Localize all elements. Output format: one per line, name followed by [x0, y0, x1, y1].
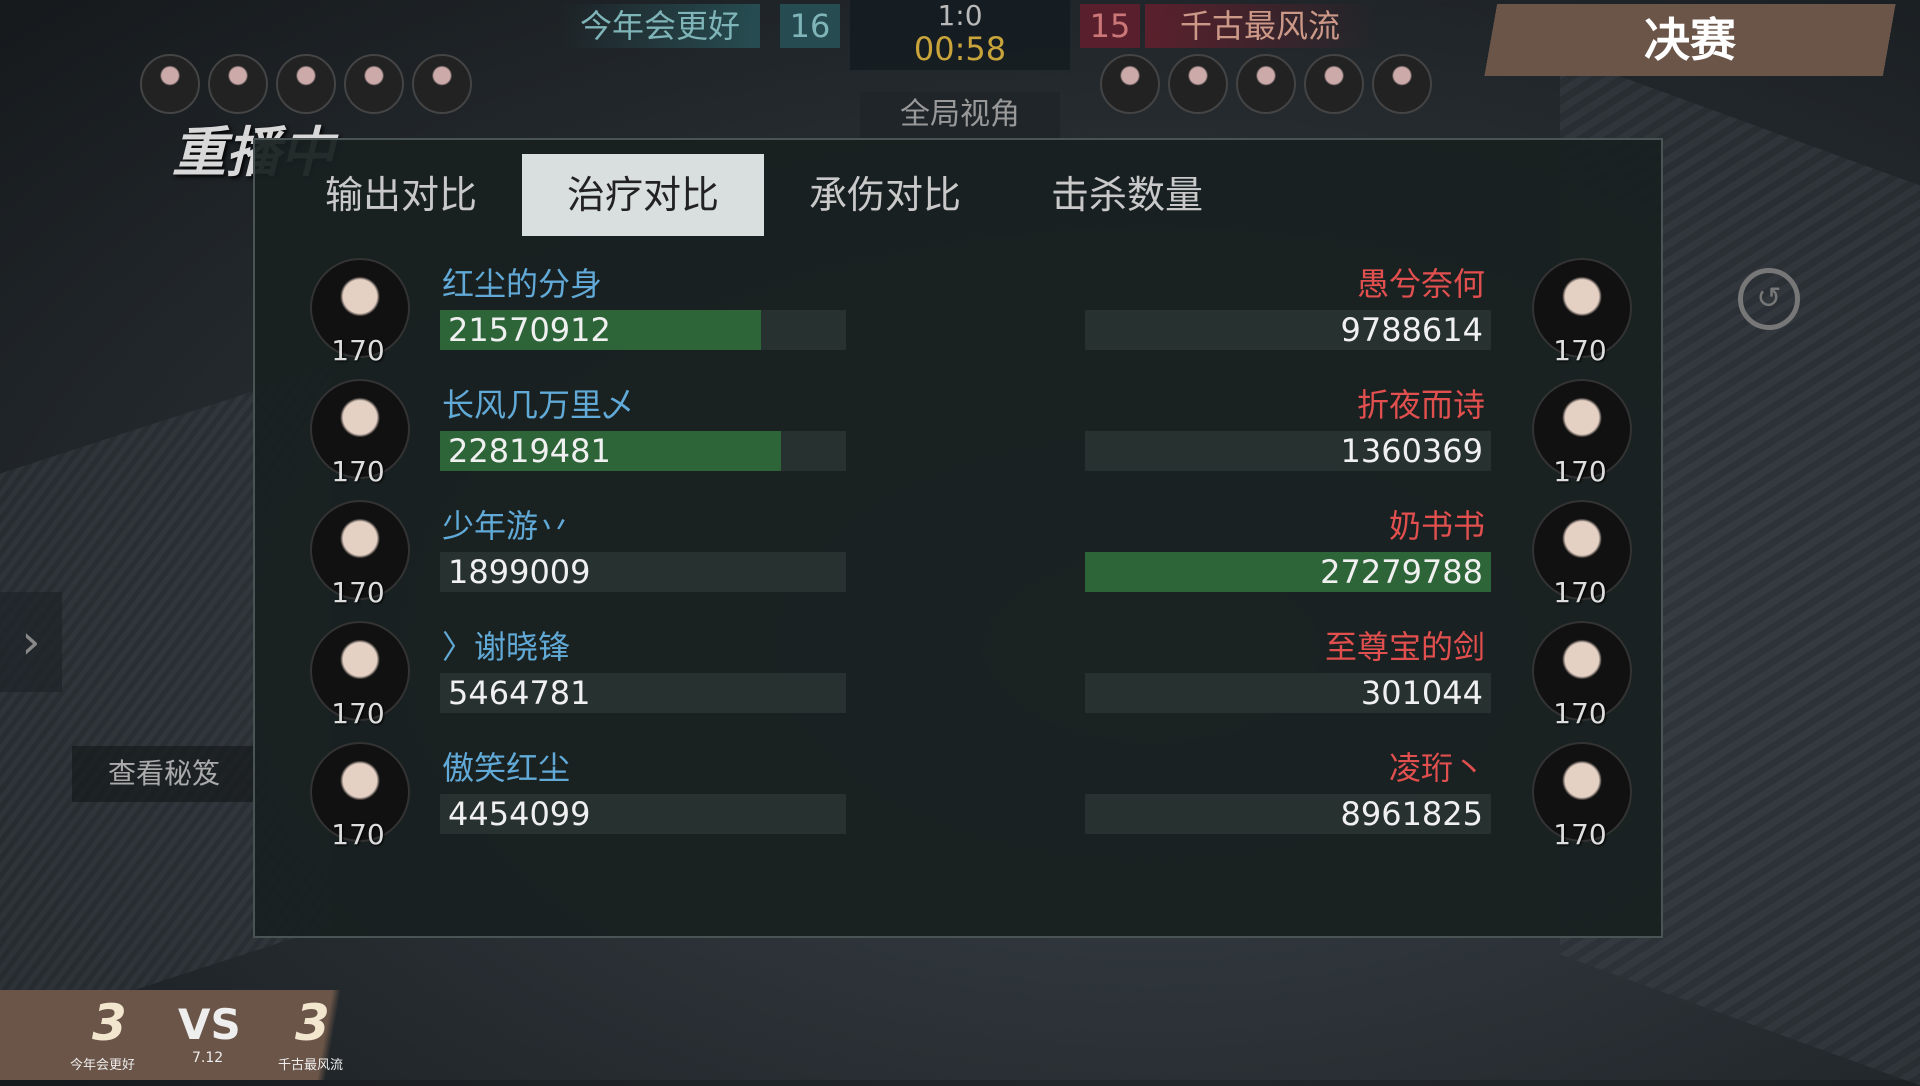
player-level: 170 — [331, 576, 385, 609]
stats-panel: 输出对比 治疗对比 承伤对比 击杀数量 170 红尘的分身 21570912 愚… — [253, 138, 1663, 938]
mini-avatar[interactable] — [1236, 54, 1296, 114]
value-bar: 8961825 — [1085, 794, 1491, 834]
player-name: 〉谢晓锋 — [442, 628, 571, 666]
player-level: 170 — [331, 334, 385, 367]
team-right-kills: 15 — [1080, 4, 1140, 48]
player-value: 1360369 — [1340, 432, 1483, 470]
left-team-label: 今年会更好 — [70, 1058, 136, 1073]
mini-avatar[interactable] — [1100, 54, 1160, 114]
tab-damage[interactable]: 输出对比 — [280, 154, 522, 236]
player-value: 8961825 — [1340, 795, 1483, 833]
player-level: 170 — [331, 697, 385, 730]
team-left-name: 今年会更好 — [560, 4, 760, 48]
tab-healing[interactable]: 治疗对比 — [522, 154, 764, 236]
value-bar: 22819481 — [440, 431, 846, 471]
player-row: 170 红尘的分身 21570912 愚兮奈何 9788614 170 — [255, 256, 1665, 367]
team-left-kills: 16 — [780, 4, 840, 48]
player-name: 奶书书 — [1388, 507, 1485, 545]
player-value: 5464781 — [448, 674, 591, 712]
player-value: 21570912 — [448, 311, 611, 349]
chevron-right-icon: › — [21, 614, 41, 670]
mini-avatar[interactable] — [140, 54, 200, 114]
right-team-label: 千古最风流 — [278, 1058, 344, 1073]
player-name: 傲笑红尘 — [442, 749, 571, 787]
expand-side-arrow[interactable]: › — [0, 592, 62, 692]
player-value: 1899009 — [448, 553, 591, 591]
player-name: 至尊宝的剑 — [1324, 628, 1485, 666]
match-status: 1:0 00:58 — [850, 0, 1070, 70]
team-right-name: 千古最风流 — [1145, 4, 1375, 48]
round-score: 1:0 — [937, 0, 983, 32]
player-name: 愚兮奈何 — [1356, 265, 1485, 303]
mini-avatar[interactable] — [1304, 54, 1364, 114]
mini-avatar[interactable] — [1372, 54, 1432, 114]
right-series-score: 3 — [295, 994, 330, 1052]
match-date: 7.12 — [192, 1050, 224, 1066]
player-value: 301044 — [1360, 674, 1483, 712]
player-level: 170 — [331, 818, 385, 851]
global-view-button[interactable]: 全局视角 — [860, 92, 1060, 138]
player-row: 170 傲笑红尘 4454099 凌珩丶 8961825 170 — [255, 740, 1665, 851]
tab-kills[interactable]: 击杀数量 — [1006, 154, 1248, 236]
vs-label: VS — [178, 1000, 241, 1049]
value-bar: 1360369 — [1085, 431, 1491, 471]
player-level: 170 — [1553, 455, 1607, 488]
player-level: 170 — [331, 455, 385, 488]
final-banner: 决赛 — [1475, 4, 1905, 76]
value-bar: 5464781 — [440, 673, 846, 713]
player-name: 凌珩丶 — [1388, 749, 1485, 787]
player-level: 170 — [1553, 697, 1607, 730]
stats-tabs: 输出对比 治疗对比 承伤对比 击杀数量 — [280, 154, 1248, 236]
player-level: 170 — [1553, 334, 1607, 367]
value-bar: 27279788 — [1085, 552, 1491, 592]
value-bar: 301044 — [1085, 673, 1491, 713]
player-value: 27279788 — [1320, 553, 1483, 591]
value-bar: 4454099 — [440, 794, 846, 834]
player-name: 少年游丷 — [442, 507, 571, 545]
player-row: 170 〉谢晓锋 5464781 至尊宝的剑 301044 170 — [255, 619, 1665, 730]
mini-avatar[interactable] — [1168, 54, 1228, 114]
mini-avatar[interactable] — [344, 54, 404, 114]
player-value: 22819481 — [448, 432, 611, 470]
value-bar: 21570912 — [440, 310, 846, 350]
player-value: 4454099 — [448, 795, 591, 833]
mini-avatar[interactable] — [276, 54, 336, 114]
team-right-roster — [1100, 54, 1432, 134]
value-bar: 1899009 — [440, 552, 846, 592]
player-row: 170 少年游丷 1899009 奶书书 27279788 170 — [255, 498, 1665, 609]
player-name: 红尘的分身 — [442, 265, 603, 303]
player-row: 170 长风几万里乄 22819481 折夜而诗 1360369 170 — [255, 377, 1665, 488]
player-name: 长风几万里乄 — [442, 386, 635, 424]
player-value: 9788614 — [1340, 311, 1483, 349]
mini-avatar[interactable] — [412, 54, 472, 114]
match-timer: 00:58 — [913, 30, 1007, 68]
player-level: 170 — [1553, 818, 1607, 851]
restore-icon[interactable]: ↺ — [1738, 268, 1800, 330]
left-series-score: 3 — [92, 994, 127, 1052]
mini-avatar[interactable] — [208, 54, 268, 114]
value-bar: 9788614 — [1085, 310, 1491, 350]
player-name: 折夜而诗 — [1356, 386, 1485, 424]
series-score: 3 VS 7.12 3 今年会更好 千古最风流 — [0, 990, 400, 1080]
tab-damage-taken[interactable]: 承伤对比 — [764, 154, 1006, 236]
player-level: 170 — [1553, 576, 1607, 609]
view-secrets-button[interactable]: 查看秘笈 — [72, 746, 256, 802]
